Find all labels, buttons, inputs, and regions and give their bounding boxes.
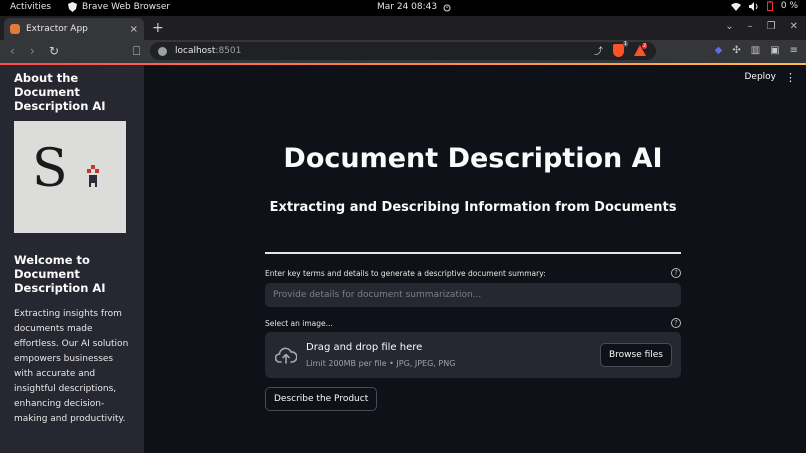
- file-dropzone[interactable]: Drag and drop file here Limit 200MB per …: [265, 332, 681, 378]
- wifi-icon: [730, 2, 741, 11]
- sidebar: About the Document Description AI S Welc…: [0, 65, 144, 453]
- vpn-icon[interactable]: ◆: [715, 45, 723, 56]
- brave-shields-icon[interactable]: 1: [613, 41, 628, 57]
- omnibox-actions: ⤴ 1 2: [594, 41, 648, 57]
- details-input[interactable]: [265, 283, 681, 307]
- site-info-icon[interactable]: [158, 46, 167, 56]
- url-host: localhost: [175, 46, 216, 56]
- logo-letter-s-icon: S: [32, 139, 68, 199]
- details-help-icon[interactable]: ?: [671, 268, 681, 278]
- window-controls: ⌄ – ❐ ✕: [725, 21, 798, 32]
- share-icon[interactable]: ⤴: [594, 44, 603, 57]
- sidebar-about-title: About the Document Description AI: [14, 71, 106, 113]
- sidebar-logo-image: S: [14, 121, 126, 233]
- main-content: Deploy ⋮ Document Description AI Extract…: [144, 65, 806, 453]
- bookmark-icon[interactable]: ⎕: [133, 44, 140, 59]
- dropzone-subtitle: Limit 200MB per file • JPG, JPEG, PNG: [306, 359, 456, 368]
- clock[interactable]: Mar 24 08:43: [377, 2, 451, 12]
- brave-rewards-icon[interactable]: 2: [634, 43, 648, 56]
- url-port: :8501: [215, 46, 242, 56]
- activities-button[interactable]: Activities: [10, 2, 51, 12]
- forward-icon[interactable]: ›: [30, 44, 35, 58]
- tab-search-icon[interactable]: ⌄: [725, 21, 733, 32]
- app-menu[interactable]: Brave Web Browser: [68, 2, 170, 12]
- close-window-icon[interactable]: ✕: [790, 21, 798, 32]
- minimize-icon[interactable]: –: [748, 21, 753, 32]
- extensions-icon[interactable]: ✣: [732, 45, 740, 56]
- deploy-button[interactable]: Deploy: [744, 72, 776, 82]
- cloud-upload-icon: [275, 347, 297, 364]
- reload-icon[interactable]: ↻: [49, 44, 59, 58]
- wallet-icon[interactable]: ▣: [770, 45, 779, 56]
- tab-extractor-app[interactable]: Extractor App ×: [4, 18, 144, 40]
- browse-files-button[interactable]: Browse files: [599, 343, 672, 367]
- sidebar-toggle-icon[interactable]: ▥: [751, 45, 760, 56]
- tab-strip: Extractor App × + ⌄ – ❐ ✕: [0, 16, 806, 40]
- system-tray[interactable]: 0 %: [730, 1, 798, 11]
- upload-help-icon[interactable]: ?: [671, 318, 681, 328]
- sidebar-description: Extracting insights from documents made …: [14, 309, 129, 424]
- rewards-count: 2: [642, 43, 648, 49]
- system-top-bar: Activities Brave Web Browser Mar 24 08:4…: [0, 0, 806, 16]
- chair-illustration-icon: [87, 165, 99, 187]
- sidebar-welcome-title: Welcome to Document Description AI: [14, 253, 106, 295]
- new-tab-button[interactable]: +: [152, 20, 164, 36]
- main-menu-icon[interactable]: ⋮: [785, 71, 796, 84]
- restore-icon[interactable]: ❐: [767, 21, 776, 32]
- shields-count: 1: [622, 41, 628, 47]
- address-bar[interactable]: localhost:8501 ⤴ 1 2: [150, 41, 656, 60]
- page-title: Document Description AI: [283, 143, 663, 174]
- upload-label: Select an image...: [265, 319, 333, 328]
- toolbar: ‹ › ↻ ⎕ localhost:8501 ⤴ 1 2 ◆ ✣ ▥ ▣ ≡: [0, 40, 806, 63]
- extensions-area: ◆ ✣ ▥ ▣ ≡: [715, 45, 798, 56]
- brave-logo-icon: [68, 2, 77, 12]
- app-name: Brave Web Browser: [82, 2, 171, 12]
- datetime: Mar 24 08:43: [377, 2, 438, 12]
- details-input-label: Enter key terms and details to generate …: [265, 269, 546, 278]
- tab-title: Extractor App: [26, 24, 88, 34]
- alarm-icon: [443, 4, 451, 11]
- page-subtitle: Extracting and Describing Information fr…: [269, 200, 677, 215]
- favicon-icon: [10, 24, 20, 34]
- battery-level: 0 %: [780, 1, 798, 11]
- describe-product-button[interactable]: Describe the Product: [265, 387, 378, 411]
- close-tab-icon[interactable]: ×: [130, 24, 138, 35]
- menu-icon[interactable]: ≡: [790, 45, 798, 56]
- back-icon[interactable]: ‹: [10, 44, 15, 58]
- battery-icon: [766, 1, 773, 11]
- dropzone-title: Drag and drop file here: [306, 342, 423, 353]
- volume-icon: [748, 1, 758, 11]
- divider: [265, 252, 681, 254]
